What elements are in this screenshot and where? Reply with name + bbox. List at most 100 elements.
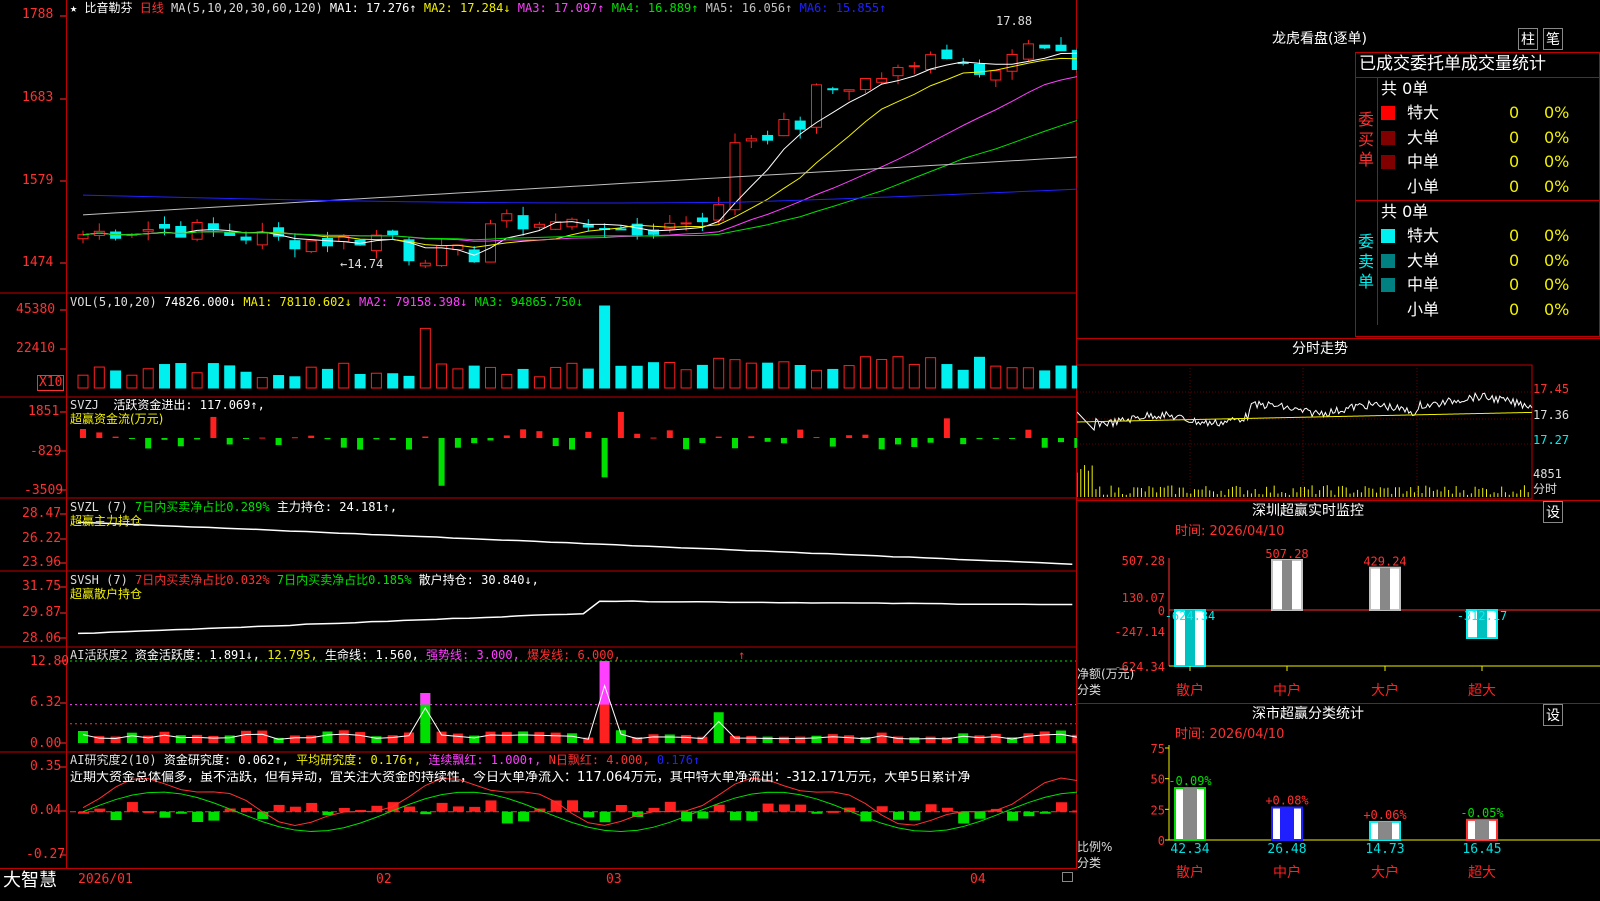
pen-mode-button[interactable]: 笔 <box>1543 28 1563 50</box>
sz-class-settings-button[interactable]: 设 <box>1543 704 1563 726</box>
ai-res-consecutive: 连续飘红: 1.000↑, <box>428 753 542 767</box>
star-icon[interactable]: ★ <box>70 1 77 15</box>
sz-monitor-y-tick: 507.28 <box>1122 554 1165 568</box>
volume-bar <box>729 359 741 389</box>
volume-bar <box>142 368 154 389</box>
svzj-bar <box>194 438 201 440</box>
intraday-vol: 4851 <box>1533 467 1562 481</box>
stat-n: 0 <box>1509 226 1520 245</box>
period-label[interactable]: 日线 <box>140 1 164 15</box>
svzj-bar <box>80 428 86 438</box>
x-tick: 02 <box>376 872 392 887</box>
lock-icon[interactable] <box>1062 872 1073 882</box>
ai2-bar <box>876 732 887 743</box>
candle-body <box>387 230 399 236</box>
sz-monitor-chart: 507.28130.070-247.14-624.34-624.34507.28… <box>1114 547 1600 699</box>
intraday-chart[interactable] <box>1077 362 1600 500</box>
sz-monitor-settings-button[interactable]: 设 <box>1543 501 1563 523</box>
stat-name: 特大 <box>1407 226 1440 245</box>
svzj-bar <box>666 430 673 438</box>
ai-res-bar <box>615 804 627 812</box>
sz-class-value-label: 26.48 <box>1267 842 1306 857</box>
candle-body <box>322 237 333 247</box>
ai2-bar <box>208 735 219 743</box>
ma-line <box>82 156 1077 216</box>
volume-bar <box>664 362 676 389</box>
svzl-line <box>77 521 1073 566</box>
sz-class-bar-core <box>1475 819 1489 840</box>
sz-monitor-y-tick: 130.07 <box>1122 591 1165 605</box>
ai2-bar <box>746 736 757 743</box>
ai2-bar <box>1056 730 1066 743</box>
sz-monitor-xlabel: 分类 <box>1077 683 1102 697</box>
chart-canvas[interactable] <box>0 0 1077 868</box>
ai-res-bar <box>94 808 106 812</box>
legend-swatch <box>1381 253 1395 268</box>
ai2-bar <box>713 712 724 743</box>
svzj-bar <box>1041 438 1048 448</box>
volume-bar <box>354 373 366 389</box>
volume-bar <box>974 356 985 389</box>
candle-body <box>615 228 627 231</box>
ai-res-value: 资金研究度: 0.062↑, <box>163 753 289 767</box>
stat-name: 小单 <box>1407 176 1440 196</box>
ai2-bar <box>78 731 88 743</box>
sz-class-pct-label: -0.05% <box>1460 806 1504 820</box>
bar-mode-button[interactable]: 柱 <box>1518 28 1538 50</box>
vol-ma2: MA2: 79158.398↓ <box>359 295 468 309</box>
candle-body <box>533 223 545 228</box>
svzj-bar <box>471 438 478 444</box>
candle-body <box>1022 43 1034 60</box>
sz-class-ylabel: 比例% <box>1077 840 1113 854</box>
ai2-bar <box>664 734 675 743</box>
ai2-bar <box>355 732 366 743</box>
ai2-bar <box>322 731 333 743</box>
y-tick: 1851 <box>28 404 60 419</box>
brand-logo[interactable]: 大智慧 <box>3 871 57 891</box>
volume-bar <box>1022 367 1034 389</box>
legend-swatch <box>1381 302 1395 317</box>
ma-line <box>82 76 1077 242</box>
y-tick: 1788 <box>22 7 54 22</box>
ma-line <box>82 52 1077 256</box>
ai-res-bar <box>567 800 578 812</box>
svzj-bar <box>487 438 494 441</box>
ma-line <box>82 57 1077 248</box>
stat-n: 0 <box>1509 103 1520 122</box>
svzj-bar <box>585 431 592 438</box>
svzj-bar <box>226 438 233 445</box>
candle-body <box>517 215 529 230</box>
volume-bar <box>305 366 317 389</box>
candle-body <box>485 223 496 263</box>
legend-swatch <box>1381 229 1395 243</box>
ai-res-bar <box>827 810 839 813</box>
volume-bar <box>762 362 774 389</box>
volume-bar <box>370 372 382 389</box>
ai2-bar <box>567 733 577 743</box>
svzj-bar <box>454 438 461 448</box>
candle-body <box>664 222 676 230</box>
svsh-ratio-1: 7日内买卖净占比0.032% <box>135 573 270 587</box>
stat-title: 已成交委托单成交量统计 <box>1359 54 1546 74</box>
ai-res-bar <box>1039 811 1051 814</box>
ai-res-bar <box>143 811 155 814</box>
ai-res-bar <box>110 811 122 821</box>
vol-unit-badge[interactable]: X10 <box>37 375 65 391</box>
y-tick: 0.04 <box>30 803 62 818</box>
svzj-title: SVZJ <box>70 398 99 412</box>
sz-class-category: 超大 <box>1468 865 1496 881</box>
svzj-bar <box>128 438 135 439</box>
legend-swatch <box>1381 278 1395 292</box>
intraday-frame <box>1077 364 1533 500</box>
svzj-bars <box>80 412 1077 486</box>
volume-bar <box>240 371 252 389</box>
ai-res-bar <box>811 811 823 814</box>
volume-bar <box>778 361 790 389</box>
ai2-lifeline <box>82 683 1077 740</box>
ai-res-avg: 平均研究度: 0.176↑, <box>296 753 422 767</box>
volume-bar <box>615 365 627 389</box>
ai-res-bar <box>273 804 285 812</box>
ai-res-bar <box>126 802 138 812</box>
y-tick: -829 <box>30 444 62 459</box>
divider <box>1355 200 1600 201</box>
